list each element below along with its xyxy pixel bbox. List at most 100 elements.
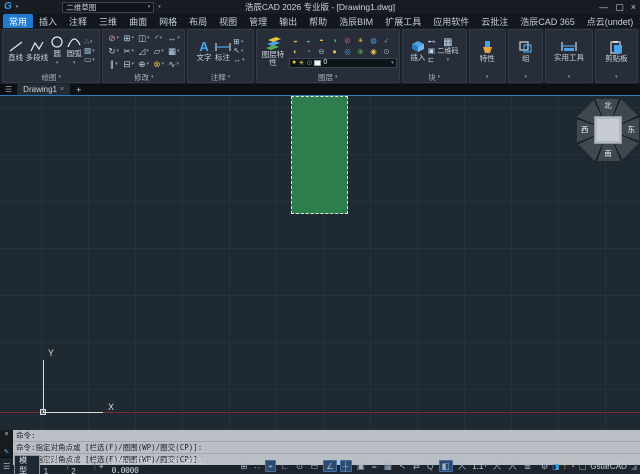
settings-gear-icon[interactable]: ⚙ [541,462,548,471]
layout-tab[interactable]: 布局2 [71,456,91,474]
isometric-icon[interactable]: ▭ [308,461,320,471]
ribbon-tab[interactable]: 曲面 [123,14,153,28]
app-logo[interactable]: G [4,2,12,12]
polar-tracking-icon[interactable]: ∠ [323,460,337,472]
layer-tool-icon[interactable]: ◎ [341,46,354,57]
compass-south-label[interactable]: 南 [604,150,612,158]
annotate-panel-label[interactable]: 注释 ▾ [188,72,253,82]
layer-tool-icon[interactable]: ⊕ [354,46,367,57]
model-tab[interactable]: 模型 [14,455,40,474]
layer-dropdown[interactable]: ●☀⊙ 0 ▾ [289,58,397,68]
polar-icon[interactable]: ⊙ [294,461,305,471]
new-document-button[interactable]: + [72,84,85,95]
view-cube-icon[interactable] [594,116,622,144]
stretch-icon[interactable]: ▱▾ [151,45,166,58]
fillet-icon[interactable]: ◜▾ [151,32,166,45]
fullscreen-icon[interactable]: ▢ [579,462,587,471]
layer-tool-icon[interactable]: ◔ [302,46,315,57]
ribbon-tab[interactable]: 三维 [93,14,123,28]
trim-icon[interactable]: ✂▾ [121,45,136,58]
alert-icon[interactable]: ! [564,462,566,471]
ribbon-tab[interactable]: 布局 [183,14,213,28]
snap-icon[interactable]: ∷ [252,461,261,471]
minimize-button[interactable]: — [599,2,608,12]
break-icon[interactable]: ⊟▾ [121,58,136,71]
navigation-compass[interactable]: 北 南 西 东 [577,99,639,161]
statusbar-menu-icon[interactable]: ☰ [3,462,10,471]
rectangle-icon[interactable]: ▭▾ [84,56,95,64]
dynamic-input-icon[interactable]: ▣ [355,461,367,471]
workspace-switch-icon[interactable]: ◨ [552,462,560,471]
layer-tool-icon[interactable]: ◓ [315,35,328,46]
leader-icon[interactable]: ↖▾ [234,47,245,55]
app-menu-caret-icon[interactable]: ▾ [16,4,19,10]
clock-icon[interactable]: ◔ [570,462,575,471]
table-icon[interactable]: ⊞▾ [234,38,245,46]
hatch-icon[interactable]: ▨▾ [84,47,95,55]
layer-tool-icon[interactable]: ◒ [289,35,302,46]
command-line-text[interactable]: 命令:指定对角点或 [栏选(F)/圈围(WP)/圈交(CP)]: [13,442,640,454]
ribbon-tab[interactable]: 网格 [153,14,183,28]
layer-tool-icon[interactable]: ⊙ [380,46,393,57]
close-command-icon[interactable]: × [4,431,8,438]
ribbon-tab[interactable]: 注释 [63,14,93,28]
measure-button[interactable]: 实用工具 [554,40,584,62]
document-tab[interactable]: Drawing1 × [17,84,70,95]
block-attach-icon[interactable]: ⊏ [428,56,436,64]
close-tab-icon[interactable]: × [60,86,64,93]
ribbon-tab[interactable]: 管理 [243,14,273,28]
dimension-linear-icon[interactable]: ↔▾ [234,56,245,64]
compass-east-label[interactable]: 东 [628,126,636,134]
copy-icon[interactable]: ⊞▾ [121,32,136,45]
ribbon-tab[interactable]: 扩展工具 [379,14,427,28]
layer-tool-icon[interactable]: ◒ [302,35,315,46]
layer-color-swatch[interactable] [314,60,321,66]
layer-tool-icon[interactable]: ◐ [289,46,302,57]
move-icon[interactable]: ↔▾ [166,32,181,45]
annotation-auto-icon[interactable]: 人 [491,461,504,471]
ribbon-tab[interactable]: 视图 [213,14,243,28]
block-edit-icon[interactable]: ▣ [428,47,436,55]
compass-north-label[interactable]: 北 [604,102,612,110]
close-button[interactable]: × [631,2,636,12]
properties-panel-label[interactable]: ▾ [470,72,505,82]
offset-icon[interactable]: ∥▾ [106,58,121,71]
join-icon[interactable]: ⊕▾ [136,58,151,71]
lineweight-icon[interactable]: ≡ [370,461,379,471]
ribbon-tab[interactable]: 帮助 [303,14,333,28]
line-button[interactable]: 直线 [8,40,24,62]
maximize-button[interactable]: ▢ [615,2,624,12]
layer-on-icon[interactable]: ● [292,59,296,67]
osnap-tracking-icon[interactable]: ┼ [340,460,352,472]
mirror-icon[interactable]: ◫▾ [136,32,151,45]
insert-block-button[interactable]: 插入 [410,40,426,62]
ribbon-tab[interactable]: 常用 [3,14,33,28]
modify-panel-label[interactable]: 修改 ▾ [103,72,184,82]
compass-west-label[interactable]: 西 [581,126,589,134]
ribbon-tab[interactable]: 插入 [33,14,63,28]
layout-tab[interactable]: 布局1 [44,456,64,474]
utilities-panel-label[interactable]: ▾ [546,72,591,82]
layer-tool-icon[interactable]: ⊘ [341,35,354,46]
block-create-icon[interactable]: ⊷ [428,38,436,46]
layer-tool-icon[interactable]: ✓ [380,35,393,46]
layer-properties-button[interactable]: 图层特性 [259,31,287,71]
layer-freeze-icon[interactable]: ☀ [298,59,304,67]
transparency-icon[interactable]: ▦ [382,461,394,471]
ribbon-tab[interactable]: 应用软件 [427,14,475,28]
ribbon-tab[interactable]: 浩辰CAD 365 [514,14,581,28]
match-properties-button[interactable]: 特性 [480,40,495,63]
chevron-down-icon[interactable]: ▾ [391,60,394,66]
resize-grip-icon[interactable]: ◢ [631,462,637,471]
group-button[interactable]: 组 [518,40,533,63]
point-icon[interactable]: ∴▾ [84,38,95,46]
selection-cycling-icon[interactable]: ↖ [397,461,408,471]
array-icon[interactable]: ▦▾ [166,45,181,58]
annotation-add-icon[interactable]: 人 [506,461,519,471]
add-layout-button[interactable]: + [99,462,104,471]
layer-tool-icon[interactable]: ⊖ [315,46,328,57]
group-panel-label[interactable]: ▾ [509,72,542,82]
rotate-icon[interactable]: ↻▾ [106,45,121,58]
annotation-visibility-icon[interactable]: ⇄ [411,461,422,471]
qr-code-button[interactable]: ▦ 二维码 ▾ [437,38,458,64]
